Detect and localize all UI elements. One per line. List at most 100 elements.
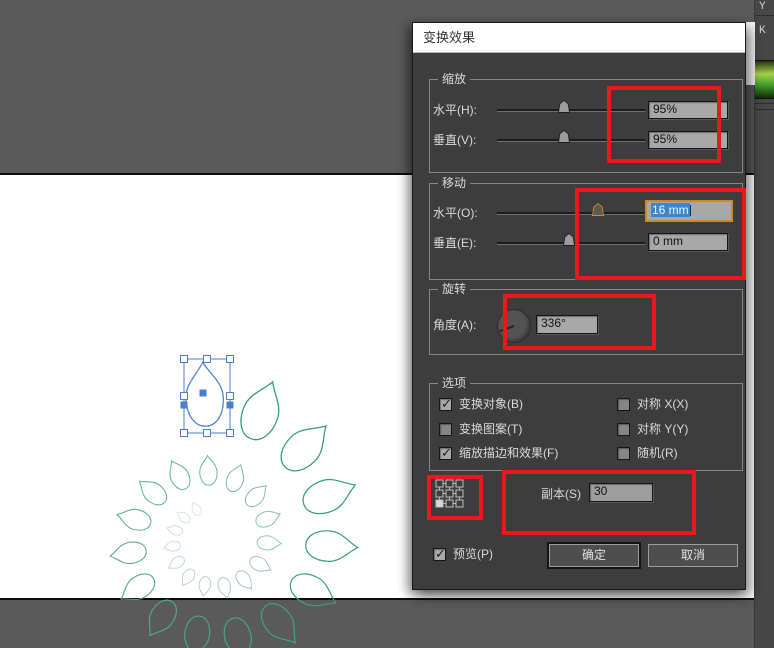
canvas-artwork[interactable] [0,0,412,648]
text-caret [689,205,691,216]
cancel-button[interactable]: 取消 [648,544,738,567]
teardrop-copy [169,459,191,491]
scale-vertical-label: 垂直(V): [433,133,477,147]
right-panel-strip: Y K [754,0,774,648]
anchor-point[interactable] [180,401,188,409]
move-horizontal-slider[interactable] [497,212,645,215]
teardrop-copy [217,577,232,599]
scale-horizontal-value-field[interactable]: 95% [648,101,728,119]
teardrop-copy [302,478,357,515]
checkbox-preview[interactable]: 预览(P) [433,546,493,562]
checkbox-transform-objects[interactable]: 变换对象(B) [439,396,523,412]
checkbox-label: 变换对象(B) [459,397,523,411]
selected-text: 16 mm [651,203,690,217]
illustrator-workspace: Y K 变换效果 缩放 水平(H): 95% 垂直(V): 95% 移动 水平(… [0,0,774,648]
checkbox-reflect-x[interactable]: 对称 X(X) [617,397,688,412]
cmyk-k-label: K [759,25,766,37]
teardrop-copy [138,480,168,506]
scale-group [429,79,743,173]
selection-handle[interactable] [203,429,211,437]
teardrop-copy [255,510,282,528]
angle-dial[interactable] [497,309,531,343]
selection-handle[interactable] [226,429,234,437]
teardrop-copy [289,573,337,607]
teardrop-copy [199,454,218,486]
checkbox-box[interactable] [439,423,452,436]
selection-handle[interactable] [226,392,234,400]
checkbox-label: 对称 X(X) [637,397,689,411]
checkbox-transform-patterns[interactable]: 变换图案(T) [439,422,522,437]
dialog-title[interactable]: 变换效果 [413,23,745,53]
teardrop-copy [244,485,267,508]
panel-white-notch [746,22,755,85]
move-vertical-value-field[interactable]: 0 mm [648,233,728,251]
checkbox-box[interactable] [439,445,452,460]
selection-handle[interactable] [180,429,188,437]
scale-vertical-value-field[interactable]: 95% [648,131,728,149]
checkbox-box[interactable] [433,546,446,561]
teardrop-copy [260,603,296,644]
teardrop-copy [256,535,283,551]
reference-point-widget[interactable] [435,479,465,514]
copies-value-field[interactable]: 30 [589,483,653,502]
teardrop-copy [109,541,147,565]
teardrop-copy [168,555,185,569]
checkbox-random[interactable]: 随机(R) [617,446,678,461]
scale-group-legend: 缩放 [438,72,471,86]
scale-horizontal-slider[interactable] [497,109,645,112]
panel-divider [755,109,774,110]
checkbox-box[interactable] [617,423,630,436]
teardrop-copy [176,511,191,524]
teardrop-copy [183,615,211,648]
checkbox-label: 缩放描边和效果(F) [459,446,559,460]
checkbox-reflect-y[interactable]: 对称 Y(Y) [617,422,688,437]
checkbox-box[interactable] [439,396,452,411]
teardrop-copy [166,525,184,536]
teardrop-copy [240,380,280,441]
checkbox-label: 对称 Y(Y) [637,422,689,436]
checkbox-label: 预览(P) [453,547,493,561]
rotate-angle-value-field[interactable]: 336° [536,315,598,334]
teardrop-copy [305,530,360,562]
teardrop-copy [116,508,152,531]
color-ramp-slider[interactable] [755,60,774,99]
options-group-legend: 选项 [438,376,471,390]
teardrop-copy [249,555,272,572]
move-horizontal-label: 水平(O): [433,206,478,220]
teardrop-copy [280,425,327,472]
selection-handle[interactable] [226,355,234,363]
scale-vertical-slider[interactable] [497,139,645,142]
checkbox-scale-strokes-effects[interactable]: 缩放描边和效果(F) [439,445,559,461]
teardrop-copy [198,576,212,598]
panel-divider [755,15,774,16]
copies-label: 副本(S) [541,487,581,501]
checkbox-box[interactable] [617,447,630,460]
checkbox-label: 变换图案(T) [459,422,523,436]
move-group [429,183,743,280]
ok-button[interactable]: 确定 [549,544,639,567]
reference-point-grid-icon [435,479,464,508]
angle-dial-needle [499,325,515,333]
selection-handle[interactable] [180,355,188,363]
teardrop-copy [120,573,156,601]
rotate-group-legend: 旋转 [438,282,471,296]
move-horizontal-value-field[interactable]: 16 mm [645,200,733,222]
teardrop-copy [148,599,177,637]
checkbox-label: 随机(R) [637,446,678,460]
teardrop-copy [225,463,245,493]
teardrop-copy [181,568,196,587]
anchor-point[interactable] [199,389,207,397]
selection-handle[interactable] [203,355,211,363]
anchor-point[interactable] [226,401,234,409]
teardrop-copy [191,501,202,517]
selection-handle[interactable] [180,392,188,400]
move-group-legend: 移动 [438,176,471,190]
move-vertical-label: 垂直(E): [433,236,477,250]
cmyk-y-label: Y [759,1,766,13]
teardrop-copy [235,570,253,590]
teardrop-copy [162,540,181,552]
checkbox-box[interactable] [617,398,630,411]
panel-divider [755,103,774,104]
scale-horizontal-label: 水平(H): [433,103,477,117]
transform-effect-dialog: 变换效果 缩放 水平(H): 95% 垂直(V): 95% 移动 水平(O): … [412,22,746,590]
